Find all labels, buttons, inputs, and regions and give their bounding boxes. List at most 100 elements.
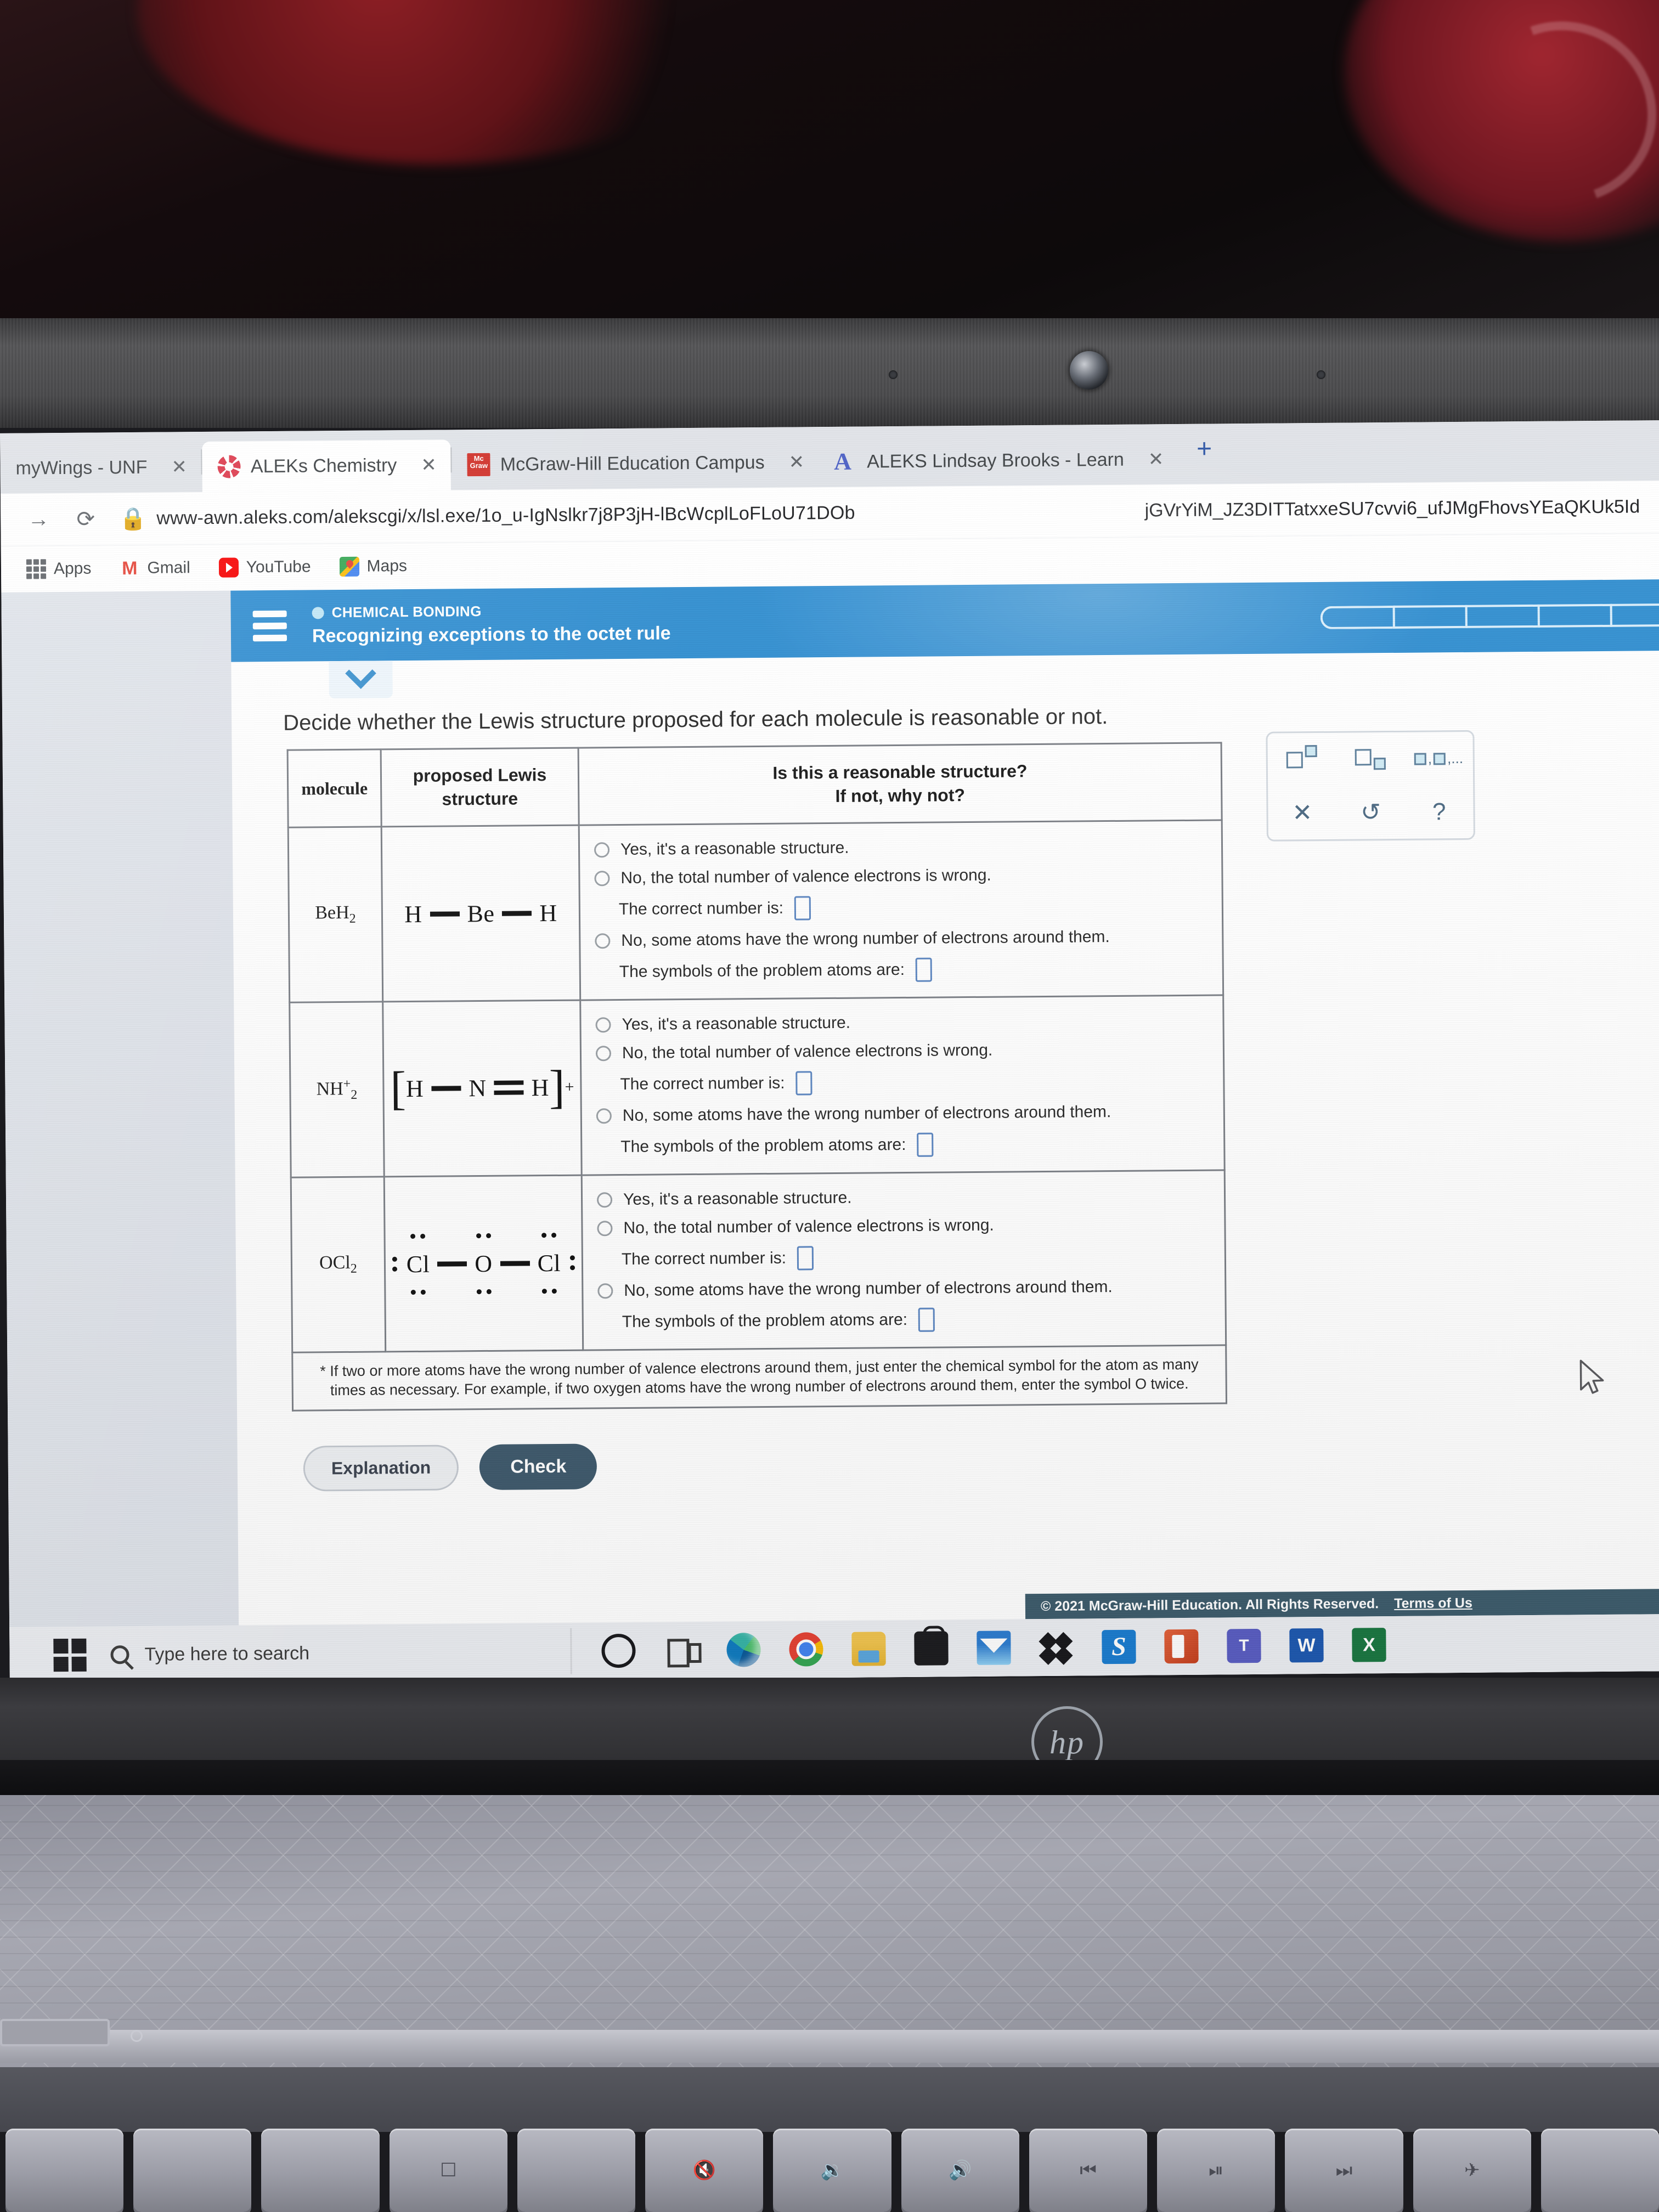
address-bar-url[interactable]: www-awn.aleks.com/alekscgi/x/lsl.exe/1o_…	[156, 500, 1145, 529]
clear-icon[interactable]: ✕	[1292, 799, 1312, 827]
chrome-icon[interactable]	[789, 1632, 823, 1667]
key-volume-down-icon[interactable]: 🔉	[773, 2129, 891, 2212]
problem-symbols-input[interactable]	[917, 1132, 934, 1158]
key-blank-1[interactable]	[5, 2129, 124, 2212]
atom-cl-left: Cl	[406, 1250, 430, 1278]
radio-option-valence-wrong[interactable]: No, the total number of valence electron…	[597, 1210, 1224, 1243]
browser-tab-aleks-learn[interactable]: A ALEKS Lindsay Brooks - Learn ✕	[819, 434, 1178, 487]
correct-number-input[interactable]	[797, 1246, 814, 1271]
radio-option-yes[interactable]: Yes, it's a reasonable structure.	[594, 831, 1221, 865]
radio-option-valence-wrong[interactable]: No, the total number of valence electron…	[595, 1035, 1223, 1068]
radio-button-icon[interactable]	[595, 1046, 612, 1062]
skype-icon[interactable]: S	[1102, 1629, 1136, 1664]
key-screenshot[interactable]: ☐	[389, 2129, 507, 2212]
radio-option-yes[interactable]: Yes, it's a reasonable structure.	[595, 1006, 1222, 1040]
radio-button-icon[interactable]	[594, 871, 610, 887]
key-blank-3[interactable]	[261, 2129, 380, 2212]
tab-close-icon[interactable]: ✕	[407, 454, 437, 476]
option-label: Yes, it's a reasonable structure.	[623, 1189, 852, 1209]
bookmark-youtube[interactable]: YouTube	[205, 557, 325, 578]
new-tab-button[interactable]: +	[1178, 433, 1234, 475]
problem-symbols-label: The symbols of the problem atoms are:	[622, 1311, 908, 1331]
bracket-left-icon: [	[390, 1062, 407, 1115]
progress-segment	[1320, 605, 1393, 629]
option-label: No, some atoms have the wrong number of …	[624, 1278, 1113, 1300]
lone-pair-icon	[410, 1233, 426, 1239]
key-airplane-mode-icon[interactable]: ✈	[1413, 2129, 1531, 2212]
background-blur-left	[137, 0, 741, 165]
comma-list-icon[interactable]: ,,...	[1414, 750, 1463, 768]
header-lewis-structure: proposed Lewis structure	[381, 748, 579, 827]
touchpad-edge	[0, 2019, 110, 2046]
answer-options-nh2-plus: Yes, it's a reasonable structure. No, th…	[580, 995, 1225, 1176]
radio-option-atoms-wrong[interactable]: No, some atoms have the wrong number of …	[596, 1097, 1223, 1131]
check-button[interactable]: Check	[479, 1443, 597, 1491]
correct-number-label: The correct number is:	[620, 1074, 785, 1094]
word-icon[interactable]: W	[1289, 1628, 1324, 1663]
problem-symbols-label: The symbols of the problem atoms are:	[620, 1136, 906, 1156]
problem-symbols-input[interactable]	[918, 1307, 935, 1333]
key-blank-2[interactable]	[133, 2129, 252, 2212]
header-molecule: molecule	[287, 749, 382, 828]
radio-button-icon[interactable]	[594, 842, 610, 858]
bookmark-maps[interactable]: Maps	[325, 556, 421, 577]
superscript-icon[interactable]	[1286, 744, 1318, 768]
bookmark-apps[interactable]: Apps	[12, 558, 106, 579]
explanation-button[interactable]: Explanation	[303, 1444, 459, 1492]
dropbox-icon[interactable]	[1039, 1630, 1073, 1665]
radio-button-icon[interactable]	[597, 1283, 613, 1299]
keyboard-shadow	[0, 2067, 1659, 2132]
radio-option-valence-wrong[interactable]: No, the total number of valence electron…	[594, 860, 1221, 893]
microsoft-store-icon[interactable]	[914, 1631, 949, 1666]
correct-number-input[interactable]	[795, 1071, 812, 1096]
tab-close-icon[interactable]: ✕	[157, 456, 187, 478]
bookmark-gmail[interactable]: M Gmail	[105, 558, 205, 579]
task-view-icon[interactable]	[664, 1633, 698, 1667]
hamburger-icon[interactable]	[252, 610, 287, 642]
header-question: Is this a reasonable structure? If not, …	[578, 742, 1222, 826]
radio-option-atoms-wrong[interactable]: No, some atoms have the wrong number of …	[595, 922, 1222, 956]
reload-icon[interactable]: ⟳	[62, 506, 109, 532]
molecule-symbol: NH	[316, 1079, 343, 1099]
radio-option-atoms-wrong[interactable]: No, some atoms have the wrong number of …	[597, 1272, 1224, 1306]
excel-icon[interactable]: X	[1352, 1628, 1386, 1662]
collapse-header-button[interactable]	[329, 658, 393, 699]
file-explorer-icon[interactable]	[851, 1632, 886, 1666]
browser-tab-aleks-chemistry[interactable]: ALEKs Chemistry ✕	[202, 439, 452, 492]
edge-icon[interactable]	[726, 1633, 761, 1667]
cortana-circle-icon[interactable]	[601, 1633, 636, 1668]
undo-icon[interactable]: ↺	[1361, 798, 1381, 826]
key-prev-track-icon[interactable]: ⏮	[1029, 2129, 1148, 2212]
browser-tab-mywings[interactable]: myWings - UNF ✕	[0, 442, 201, 494]
radio-button-icon[interactable]	[596, 1108, 612, 1124]
molecule-symbol: OCl	[319, 1252, 351, 1273]
problem-symbols-input[interactable]	[915, 957, 933, 983]
terms-of-use-link[interactable]: Terms of Us	[1394, 1595, 1472, 1611]
key-volume-up-icon[interactable]: 🔊	[901, 2129, 1019, 2212]
windows-start-icon[interactable]	[53, 1638, 87, 1672]
teams-icon[interactable]: T	[1227, 1628, 1261, 1663]
subscript-icon[interactable]	[1355, 748, 1386, 770]
radio-option-yes[interactable]: Yes, it's a reasonable structure.	[596, 1181, 1224, 1215]
tab-close-icon[interactable]: ✕	[774, 451, 804, 473]
help-icon[interactable]: ?	[1432, 798, 1446, 826]
correct-number-input[interactable]	[794, 896, 811, 921]
tab-close-icon[interactable]: ✕	[1134, 448, 1164, 470]
key-mute-icon[interactable]: 🔇	[645, 2129, 764, 2212]
taskbar-search-input[interactable]: Type here to search	[110, 1640, 560, 1665]
laptop-deck	[0, 1795, 1659, 2069]
key-blank-4[interactable]	[517, 2129, 636, 2212]
forward-arrow-icon[interactable]: →	[15, 507, 62, 532]
office-icon[interactable]	[1164, 1629, 1199, 1664]
radio-button-icon[interactable]	[596, 1192, 613, 1208]
key-play-pause-icon[interactable]: ⏯	[1157, 2129, 1276, 2212]
key-next-track-icon[interactable]: ⏭	[1285, 2129, 1403, 2212]
key-blank-5[interactable]	[1541, 2129, 1659, 2212]
radio-button-icon[interactable]	[597, 1221, 613, 1237]
option-label: Yes, it's a reasonable structure.	[620, 839, 849, 859]
browser-tab-mcgraw-hill[interactable]: Mc Graw McGraw-Hill Education Campus ✕	[452, 437, 819, 490]
header-text-block: CHEMICAL BONDING Recognizing exceptions …	[312, 601, 671, 647]
radio-button-icon[interactable]	[595, 1017, 611, 1033]
radio-button-icon[interactable]	[595, 933, 611, 949]
mail-icon[interactable]	[977, 1630, 1011, 1665]
